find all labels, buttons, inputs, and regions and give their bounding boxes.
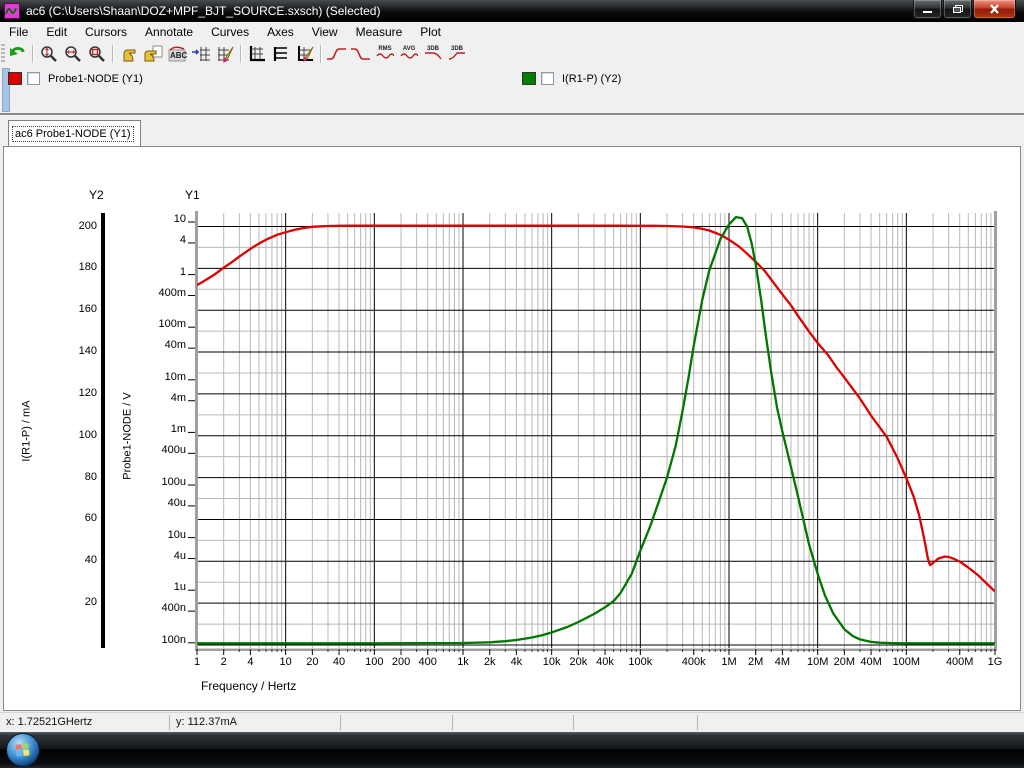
- separator-line: [0, 113, 1024, 115]
- zoom-rect-icon[interactable]: [85, 43, 109, 65]
- stack-grids-icon[interactable]: [269, 43, 293, 65]
- cursor-y-readout: y: 112.37mA: [176, 716, 237, 728]
- y2-tick-label: 80: [51, 471, 97, 483]
- edit-grid-icon[interactable]: [293, 43, 317, 65]
- 3db-high-icon[interactable]: 3DB: [445, 43, 469, 65]
- y1-tick-label: 4m: [140, 392, 186, 404]
- point-select-all-icon[interactable]: [141, 43, 165, 65]
- window-title: ac6 (C:\Users\Shaan\DOZ+MPF_BJT_SOURCE.s…: [26, 4, 380, 18]
- curve-color-swatch-green: [522, 72, 536, 85]
- 3db-low-icon[interactable]: 3DB: [421, 43, 445, 65]
- x-tick-label: 100M: [876, 656, 936, 668]
- y2-tick-label: 100: [51, 429, 97, 441]
- y1-tick-label: 10u: [140, 529, 186, 541]
- restore-button[interactable]: [943, 0, 972, 19]
- point-select-icon[interactable]: [117, 43, 141, 65]
- menu-axes[interactable]: Axes: [258, 23, 303, 41]
- axis-labels-layer: 1241020401002004001k2k4k10k20k40k100k400…: [4, 147, 1020, 710]
- y2-axis-title: I(R1-P) / mA: [21, 400, 33, 461]
- curve-checkbox-ir1p[interactable]: [541, 72, 554, 85]
- curve-color-swatch-red: [8, 72, 22, 85]
- menu-view[interactable]: View: [303, 23, 347, 41]
- y1-tick-label: 100m: [140, 318, 186, 330]
- toolbar-separator: [240, 45, 242, 63]
- x-tick-label: 1G: [965, 656, 1024, 668]
- y1-tick-label: 400u: [140, 444, 186, 456]
- y1-tick-label: 40m: [140, 339, 186, 351]
- menu-cursors[interactable]: Cursors: [76, 23, 136, 41]
- toolbar-separator: [112, 45, 114, 63]
- graph-tab-label: ac6 Probe1-NODE (Y1): [13, 127, 133, 141]
- y1-tick-label: 400m: [140, 287, 186, 299]
- x-axis-title: Frequency / Hertz: [201, 679, 296, 693]
- plot-panel[interactable]: 1241020401002004001k2k4k10k20k40k100k400…: [3, 146, 1021, 711]
- y2-tick-label: 180: [51, 261, 97, 273]
- menu-plot[interactable]: Plot: [411, 23, 450, 41]
- y1-tick-label: 10: [140, 213, 186, 225]
- y1-tick-label: 100n: [140, 634, 186, 646]
- y1-tick-label: 1: [140, 266, 186, 278]
- avg-icon[interactable]: AVG: [397, 43, 421, 65]
- y1-axis-title: Probe1-NODE / V: [122, 392, 134, 479]
- y1-tick-label: 1u: [140, 581, 186, 593]
- toolbar-separator: [32, 45, 34, 63]
- x-tick-label: 100k: [610, 656, 670, 668]
- y2-tick-label: 160: [51, 303, 97, 315]
- menu-file[interactable]: File: [0, 23, 37, 41]
- zoom-vertical-icon[interactable]: [37, 43, 61, 65]
- y1-axis-header: Y1: [185, 188, 200, 202]
- curve-label-ir1p[interactable]: I(R1-P) (Y2): [562, 73, 621, 85]
- rms-icon[interactable]: RMS: [373, 43, 397, 65]
- close-button[interactable]: [973, 0, 1016, 19]
- y2-tick-label: 40: [51, 554, 97, 566]
- menu-measure[interactable]: Measure: [347, 23, 412, 41]
- status-bar: x: 1.72521GHertz y: 112.37mA: [0, 712, 1024, 732]
- start-button[interactable]: [6, 733, 40, 767]
- y1-tick-label: 4u: [140, 550, 186, 562]
- graph-tab[interactable]: ac6 Probe1-NODE (Y1): [8, 120, 141, 147]
- svg-text:ABC: ABC: [170, 51, 187, 60]
- curve-checkbox-probe1[interactable]: [27, 72, 40, 85]
- simetrix-app-icon: [4, 3, 20, 19]
- menu-edit[interactable]: Edit: [37, 23, 76, 41]
- windows-taskbar: e 321 SIMetrix 99 8 ♯ 19:06: [0, 732, 1024, 768]
- fall-time-icon[interactable]: [349, 43, 373, 65]
- y2-axis-header: Y2: [89, 188, 104, 202]
- menu-bar: FileEditCursorsAnnotateCurvesAxesViewMea…: [0, 22, 1024, 41]
- y2-tick-label: 200: [51, 220, 97, 232]
- curve-legend-row: Probe1-NODE (Y1) I(R1-P) (Y2): [0, 67, 1024, 113]
- menu-annotate[interactable]: Annotate: [136, 23, 202, 41]
- edit-annotation-icon[interactable]: [213, 43, 237, 65]
- y1-tick-label: 10m: [140, 371, 186, 383]
- y1-tick-label: 100u: [140, 476, 186, 488]
- title-bar[interactable]: ac6 (C:\Users\Shaan\DOZ+MPF_BJT_SOURCE.s…: [0, 0, 1024, 22]
- rise-time-icon[interactable]: [325, 43, 349, 65]
- undo-icon[interactable]: [5, 43, 29, 65]
- minimize-button[interactable]: [913, 0, 942, 19]
- y1-tick-label: 40u: [140, 497, 186, 509]
- y2-tick-label: 120: [51, 387, 97, 399]
- screen: ac6 (C:\Users\Shaan\DOZ+MPF_BJT_SOURCE.s…: [0, 0, 1024, 768]
- y1-tick-label: 4: [140, 234, 186, 246]
- show-grid-icon[interactable]: [245, 43, 269, 65]
- y2-tick-label: 20: [51, 596, 97, 608]
- toolbar-separator: [320, 45, 322, 63]
- curve-label-probe1[interactable]: Probe1-NODE (Y1): [48, 73, 143, 85]
- zoom-horizontal-icon[interactable]: [61, 43, 85, 65]
- windows-flag-icon: [15, 743, 30, 757]
- cursor-x-readout: x: 1.72521GHertz: [6, 716, 92, 728]
- y1-tick-label: 400n: [140, 602, 186, 614]
- toolbar: ABCRMSAVG3DB3DB: [0, 41, 1024, 67]
- menu-curves[interactable]: Curves: [202, 23, 258, 41]
- y2-tick-label: 60: [51, 512, 97, 524]
- y1-tick-label: 1m: [140, 423, 186, 435]
- window-controls: [912, 0, 1016, 19]
- annotate-text-icon[interactable]: ABC: [165, 43, 189, 65]
- y2-tick-label: 140: [51, 345, 97, 357]
- add-axis-icon[interactable]: [189, 43, 213, 65]
